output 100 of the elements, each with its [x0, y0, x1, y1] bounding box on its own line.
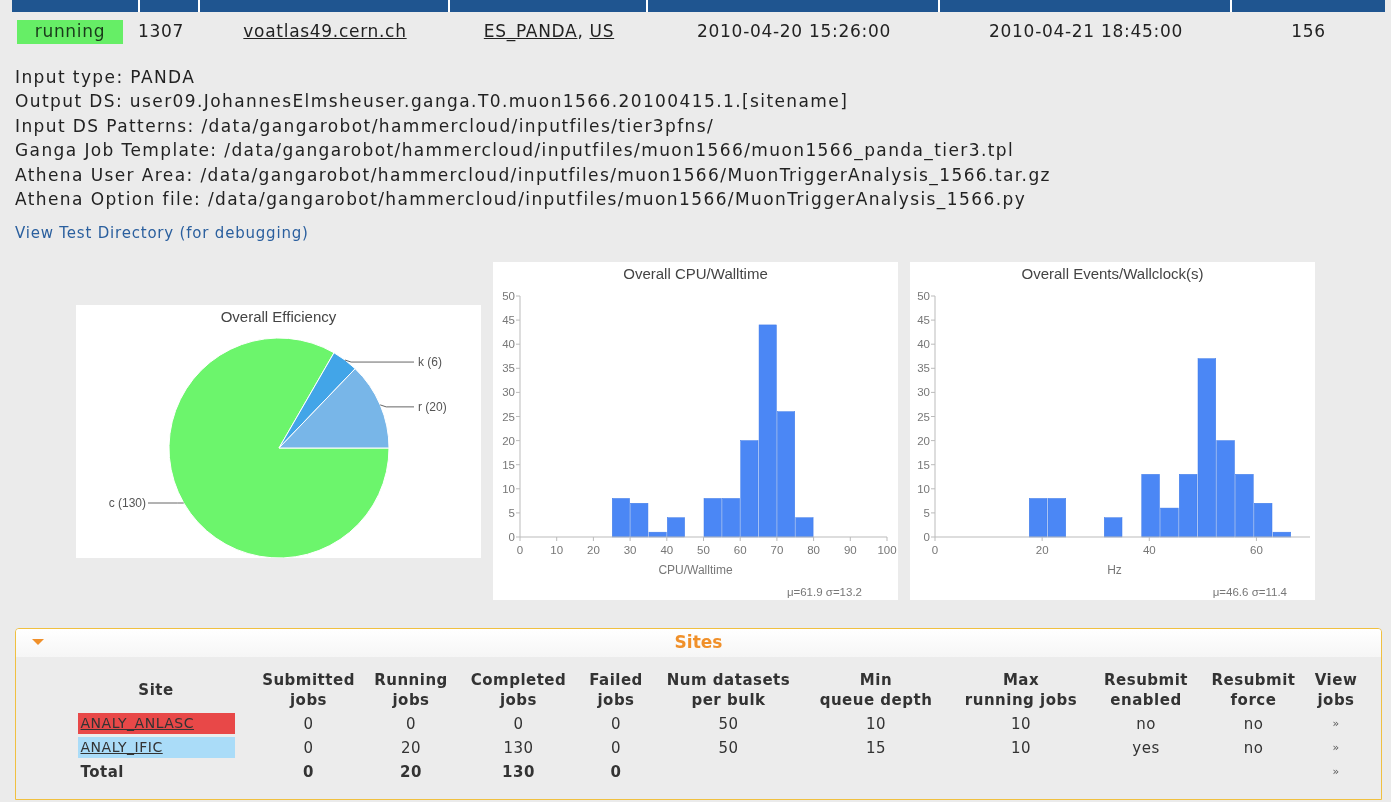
table-cell-text: 0	[610, 761, 622, 783]
chart-stats: μ=61.9 σ=13.2	[786, 585, 862, 598]
detail-line: Input type: PANDA	[15, 66, 197, 89]
histogram-bar	[1047, 498, 1066, 538]
leader-line	[379, 404, 415, 408]
detail-line: Output DS: user09.JohannesElmsheuser.ganga.T0.muon1566.20100415.1.[sitename]	[15, 90, 850, 114]
column-header: Submitted jobs	[262, 669, 355, 710]
table-cell-text: 0	[610, 713, 621, 735]
tick-label: 10	[502, 482, 515, 495]
view-jobs-link[interactable]: »	[1332, 739, 1340, 757]
table-cell-text: 0	[303, 761, 314, 783]
table-cell-text: yes	[1132, 737, 1160, 759]
tick-label: 25	[917, 410, 930, 423]
column-header: View jobs	[1314, 669, 1358, 710]
job-count: 156	[1291, 20, 1326, 44]
histogram-bar	[1104, 517, 1123, 538]
panel-title: Sites	[674, 631, 723, 655]
tick-label: 0	[931, 543, 939, 556]
table-cell-text: 20	[400, 761, 422, 783]
table-cell-text: 20	[400, 737, 422, 759]
site-link[interactable]: US	[589, 19, 615, 45]
tick-label: 10	[550, 543, 564, 556]
axis-label: CPU/Walltime	[658, 562, 733, 577]
leader-line	[344, 359, 415, 363]
tick-label: 50	[917, 289, 930, 302]
tick-label: 20	[587, 543, 600, 556]
host-link[interactable]: voatlas49.cern.ch	[243, 19, 407, 45]
tick-label: 10	[917, 482, 930, 495]
table-cell-text: 10	[1010, 737, 1032, 759]
view-jobs-link[interactable]: »	[1332, 763, 1340, 781]
tick-label: 60	[1250, 543, 1263, 556]
table-cell-text: 10	[865, 713, 887, 735]
table-cell-text: 130	[502, 761, 535, 783]
histogram-bar	[703, 498, 722, 538]
debug-link[interactable]: View Test Directory (for debugging)	[15, 221, 309, 246]
table-cell-text: 0	[513, 713, 524, 735]
table-cell-text: 0	[405, 713, 416, 735]
tick-label: 20	[1035, 543, 1049, 556]
table-cell-text: 50	[718, 713, 739, 735]
column-header: Completed jobs	[470, 669, 567, 710]
table-cell-text: 130	[503, 737, 534, 759]
slice-label: k (6)	[418, 354, 442, 369]
tick-label: 20	[917, 434, 930, 447]
histogram-bar	[612, 498, 630, 538]
table-cell-text: no	[1243, 737, 1264, 759]
table-cell-text: no	[1136, 713, 1156, 735]
tick-label: 80	[807, 543, 820, 556]
tick-label: 0	[508, 530, 515, 543]
column-header: Failed jobs	[589, 669, 643, 710]
total-label: Total	[79, 761, 125, 783]
tick-label: 90	[843, 543, 857, 556]
slice-label: r (20)	[418, 399, 447, 414]
site-link[interactable]: ANALY_IFIC	[77, 737, 235, 759]
separator-text: ,	[577, 20, 584, 44]
tick-label: 0	[516, 543, 524, 556]
tick-label: 45	[502, 313, 515, 326]
column-header: Max running jobs	[964, 669, 1078, 710]
leader-line	[147, 502, 185, 504]
tick-label: 30	[502, 386, 515, 399]
tick-label: 15	[502, 458, 515, 471]
detail-line: Input DS Patterns: /data/gangarobot/hammercloud/inputfiles/tier3pfns/	[15, 114, 716, 138]
tick-label: 45	[917, 313, 930, 326]
table-cell-text: 15	[865, 737, 887, 759]
tick-label: 35	[502, 362, 515, 375]
detail-line: Ganga Job Template: /data/gangarobot/hammercloud/inputfiles/muon1566/muon1566_panda_tier3.tpl	[15, 139, 1016, 163]
chart-title: Overall Efficiency	[220, 307, 337, 325]
tick-label: 25	[502, 410, 515, 423]
column-header: Running jobs	[374, 669, 448, 710]
tick-label: 100	[877, 543, 897, 556]
job-id: 1307	[138, 21, 185, 42]
table-cell-text: 0	[610, 737, 621, 759]
tick-label: 30	[917, 386, 930, 399]
collapse-icon[interactable]	[32, 638, 44, 647]
chart-title: Overall Events/Wallclock(s)	[1021, 264, 1204, 282]
tick-label: 15	[917, 458, 930, 471]
tick-label: 50	[697, 543, 710, 556]
tick-label: 70	[770, 543, 784, 556]
site-link[interactable]: ES_PANDA	[483, 19, 578, 45]
table-cell-text: 0	[303, 737, 314, 759]
tick-label: 0	[923, 530, 930, 543]
status-badge: running	[17, 20, 123, 44]
chart-title: Overall CPU/Walltime	[623, 264, 768, 282]
tick-label: 35	[917, 362, 930, 375]
column-header: Num datasets per bulk	[666, 669, 791, 710]
start-time: 2010-04-20 15:26:00	[697, 20, 891, 44]
tick-label: 40	[660, 543, 674, 556]
table-cell-text: 50	[718, 737, 739, 759]
tick-label: 40	[1142, 543, 1156, 556]
view-jobs-link[interactable]: »	[1332, 715, 1340, 733]
tick-label: 50	[502, 289, 515, 302]
end-time: 2010-04-21 18:45:00	[989, 20, 1183, 44]
table-cell-text: no	[1243, 713, 1264, 735]
column-header: Min queue depth	[819, 669, 933, 710]
detail-line: Athena Option file: /data/gangarobot/hammercloud/inputfiles/muon1566/MuonTriggerAnalysis_1566.py	[15, 188, 1028, 212]
detail-line: Athena User Area: /data/gangarobot/hammercloud/inputfiles/muon1566/MuonTriggerAnalysis_1566.tar.gz	[15, 163, 1052, 188]
axis-label: Hz	[1107, 562, 1122, 577]
tick-label: 5	[508, 506, 515, 519]
tick-label: 40	[917, 338, 930, 351]
tick-label: 40	[502, 338, 515, 351]
chart-stats: μ=46.6 σ=11.4	[1212, 585, 1287, 598]
